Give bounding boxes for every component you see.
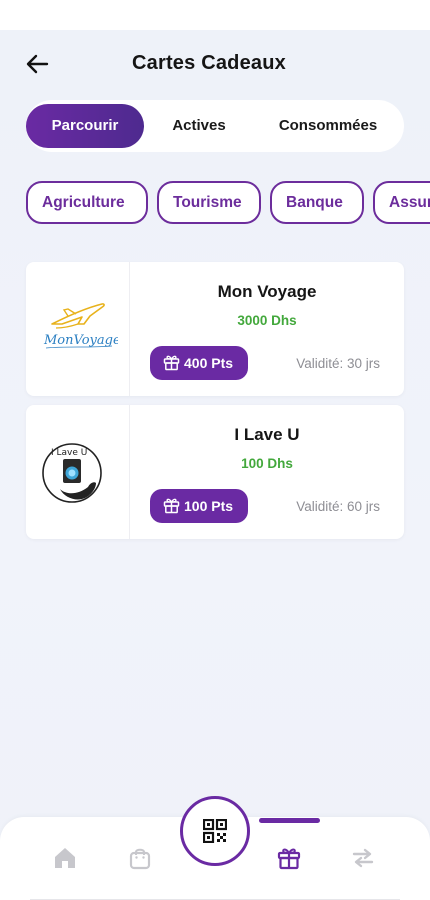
redeem-points-button[interactable]: 100 Pts bbox=[150, 489, 248, 523]
active-tab-indicator bbox=[259, 818, 320, 823]
gift-card[interactable]: I Lave U I Lave U 100 Dhs 100 Pts Validi… bbox=[26, 405, 404, 539]
page-title: Cartes Cadeaux bbox=[132, 52, 286, 74]
card-amount: 3000 Dhs bbox=[237, 313, 297, 328]
card-logo: I Lave U bbox=[26, 405, 130, 539]
i-lave-u-logo: I Lave U bbox=[42, 443, 102, 503]
card-logo: MonVoyage bbox=[26, 262, 130, 396]
qr-scan-button[interactable] bbox=[180, 796, 250, 866]
card-name: Mon Voyage bbox=[217, 282, 317, 301]
svg-text:I Lave U: I Lave U bbox=[51, 448, 87, 458]
gift-icon bbox=[163, 498, 180, 514]
tab-parcourir[interactable]: Parcourir bbox=[26, 104, 144, 148]
chip-agriculture[interactable]: Agriculture bbox=[26, 181, 148, 224]
tab-actives[interactable]: Actives bbox=[150, 104, 248, 148]
home-icon bbox=[55, 848, 75, 868]
chip-assurance[interactable]: Assurance bbox=[373, 181, 430, 224]
gift-icon bbox=[277, 848, 301, 870]
card-name: I Lave U bbox=[234, 425, 300, 444]
validity-text: Validité: 30 jrs bbox=[296, 356, 380, 371]
qr-code-icon bbox=[203, 819, 227, 843]
tab-bar: Parcourir Actives Consommées bbox=[26, 100, 404, 152]
svg-text:MonVoyage: MonVoyage bbox=[43, 333, 118, 348]
shopping-bag-icon bbox=[129, 848, 151, 870]
mon-voyage-logo: MonVoyage bbox=[43, 303, 118, 349]
nav-transfer[interactable] bbox=[350, 845, 378, 873]
app-screen: Cartes Cadeaux Parcourir Actives Consomm… bbox=[0, 30, 430, 900]
category-chips: Agriculture Tourisme Banque Assurance bbox=[26, 181, 430, 225]
nav-home[interactable] bbox=[52, 845, 80, 873]
header: Cartes Cadeaux bbox=[0, 30, 430, 100]
points-label: 100 Pts bbox=[184, 498, 234, 514]
tab-consommees[interactable]: Consommées bbox=[258, 104, 398, 148]
nav-gift[interactable] bbox=[276, 845, 304, 873]
chip-tourisme[interactable]: Tourisme bbox=[157, 181, 261, 224]
gift-card[interactable]: MonVoyage Mon Voyage 3000 Dhs 400 Pts Va… bbox=[26, 262, 404, 396]
chip-banque[interactable]: Banque bbox=[270, 181, 364, 224]
nav-shop[interactable] bbox=[127, 845, 155, 873]
gift-icon bbox=[163, 355, 180, 371]
transfer-icon bbox=[352, 848, 374, 868]
validity-text: Validité: 60 jrs bbox=[296, 499, 380, 514]
redeem-points-button[interactable]: 400 Pts bbox=[150, 346, 248, 380]
card-amount: 100 Dhs bbox=[241, 456, 293, 471]
points-label: 400 Pts bbox=[184, 355, 234, 371]
